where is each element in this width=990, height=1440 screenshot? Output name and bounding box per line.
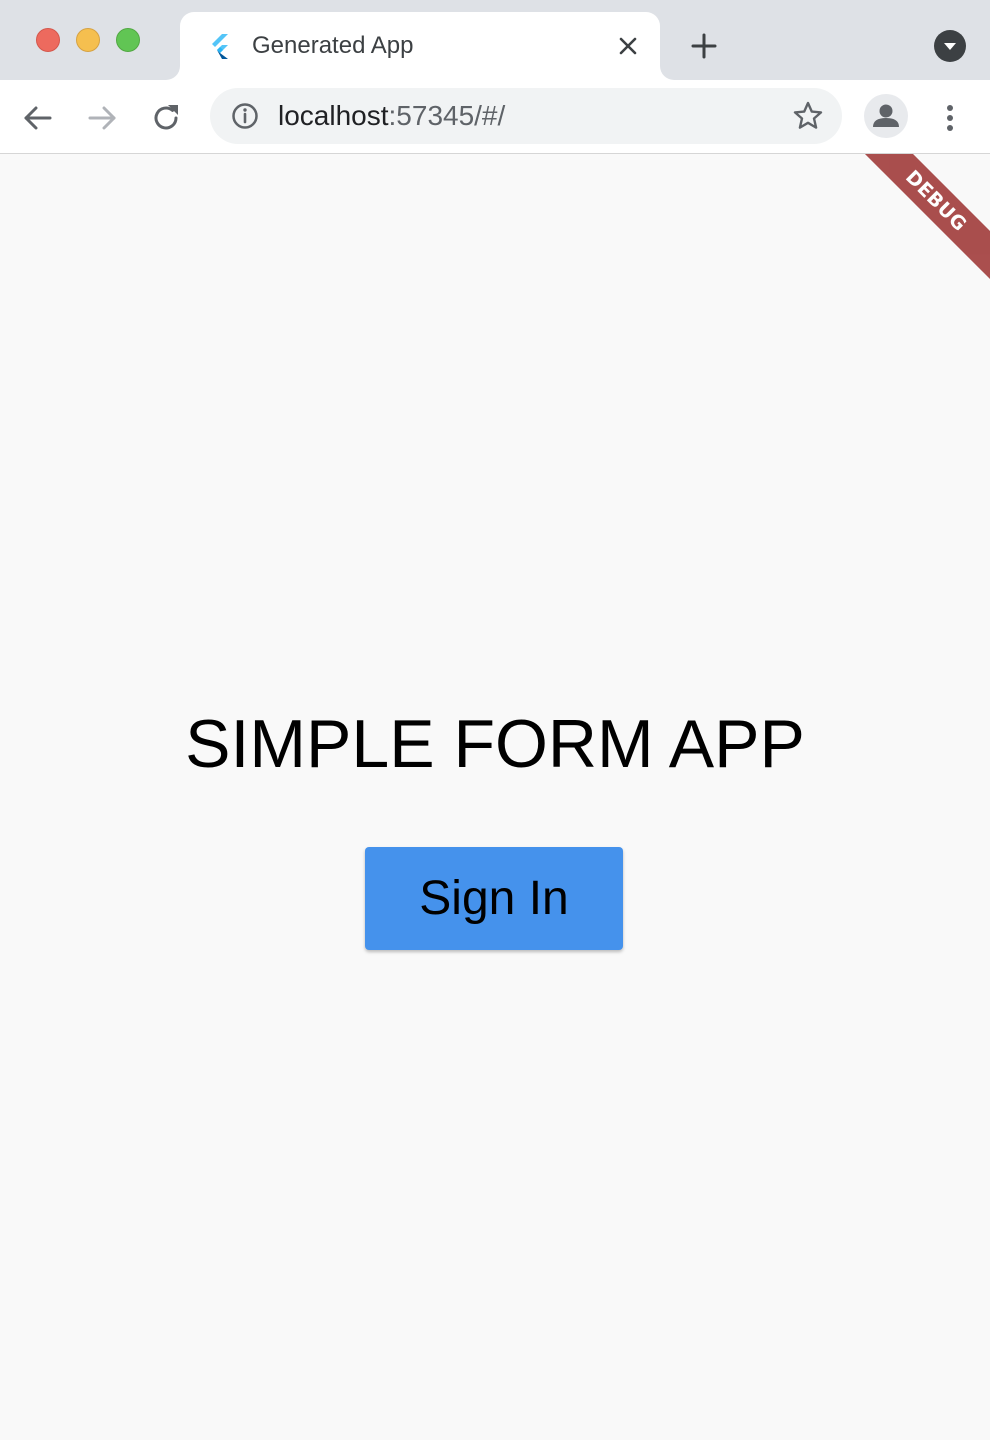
url-text[interactable]: localhost:57345/#/ <box>278 100 505 132</box>
browser-tab[interactable]: Generated App <box>180 12 660 80</box>
person-icon <box>873 104 899 127</box>
tab-search-button[interactable] <box>934 30 966 62</box>
close-tab-icon[interactable] <box>614 32 642 60</box>
profile-avatar-button[interactable] <box>864 94 908 138</box>
debug-banner: DEBUG <box>853 154 990 284</box>
flutter-logo-icon <box>212 34 228 59</box>
bookmark-star-icon[interactable] <box>792 100 824 132</box>
reload-icon[interactable] <box>148 100 184 136</box>
tab-title: Generated App <box>252 32 414 59</box>
minimize-window-button[interactable] <box>76 28 100 52</box>
address-bar[interactable]: localhost:57345/#/ <box>210 88 842 144</box>
sign-in-button[interactable]: Sign In <box>365 847 623 950</box>
new-tab-icon[interactable] <box>688 30 720 62</box>
close-window-button[interactable] <box>36 28 60 52</box>
tab-strip: Generated App <box>0 0 990 80</box>
app-content: DEBUG SIMPLE FORM APP Sign In <box>0 154 990 1440</box>
site-info-icon[interactable] <box>230 101 260 131</box>
forward-arrow-icon[interactable] <box>84 100 120 136</box>
back-arrow-icon[interactable] <box>20 100 56 136</box>
browser-window: Generated App localhost:57345/#/ DEBUG S… <box>0 0 990 1440</box>
maximize-window-button[interactable] <box>116 28 140 52</box>
url-host: localhost <box>278 100 389 131</box>
url-path: :57345/#/ <box>388 100 506 131</box>
page-title: SIMPLE FORM APP <box>185 706 805 782</box>
browser-toolbar: localhost:57345/#/ <box>0 80 990 154</box>
more-options-icon[interactable] <box>934 100 966 136</box>
chevron-down-icon <box>944 43 956 50</box>
